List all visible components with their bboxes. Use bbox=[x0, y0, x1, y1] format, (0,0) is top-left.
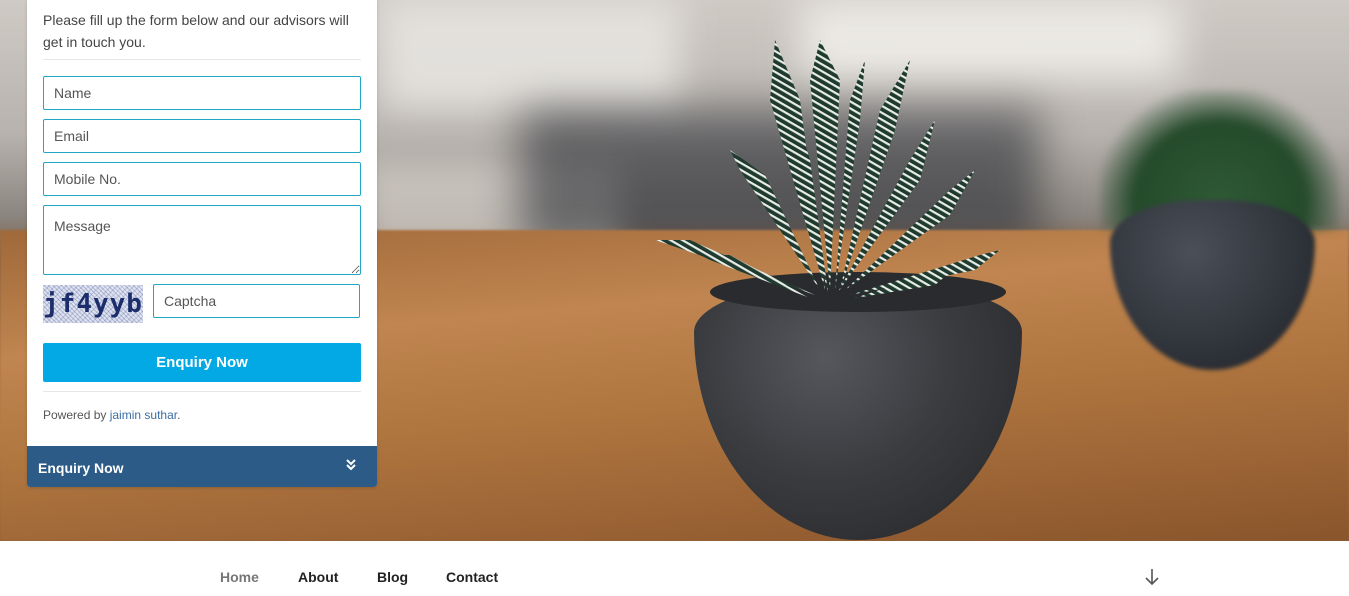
enquiry-widget: Please fill up the form below and our ad… bbox=[27, 0, 377, 487]
enquiry-toggle-label: Enquiry Now bbox=[38, 460, 124, 476]
arrow-down-icon[interactable] bbox=[1144, 568, 1160, 586]
captcha-text: jf4yyb bbox=[43, 289, 143, 319]
enquiry-submit-button[interactable]: Enquiry Now bbox=[43, 343, 361, 382]
double-chevron-down-icon bbox=[346, 459, 356, 471]
succulent-plant bbox=[655, 40, 1000, 298]
powered-by: Powered by jaimin suthar. bbox=[43, 408, 180, 422]
nav-item-about[interactable]: About bbox=[298, 569, 338, 585]
message-textarea[interactable] bbox=[43, 205, 361, 275]
nav-item-home[interactable]: Home bbox=[220, 569, 259, 585]
nav-item-blog[interactable]: Blog bbox=[377, 569, 408, 585]
divider bbox=[43, 391, 361, 392]
mobile-input[interactable] bbox=[43, 162, 361, 196]
powered-by-suffix: . bbox=[177, 408, 181, 422]
captcha-image: jf4yyb bbox=[43, 285, 143, 323]
form-intro-text: Please fill up the form below and our ad… bbox=[43, 12, 349, 50]
name-input[interactable] bbox=[43, 76, 361, 110]
email-input[interactable] bbox=[43, 119, 361, 153]
enquiry-toggle-bar[interactable]: Enquiry Now bbox=[27, 446, 377, 487]
divider bbox=[43, 59, 361, 60]
powered-by-link[interactable]: jaimin suthar bbox=[110, 408, 177, 422]
nav-item-contact[interactable]: Contact bbox=[446, 569, 498, 585]
main-navigation: Home About Blog Contact bbox=[0, 541, 1349, 596]
captcha-input[interactable] bbox=[153, 284, 360, 318]
powered-by-prefix: Powered by bbox=[43, 408, 107, 422]
